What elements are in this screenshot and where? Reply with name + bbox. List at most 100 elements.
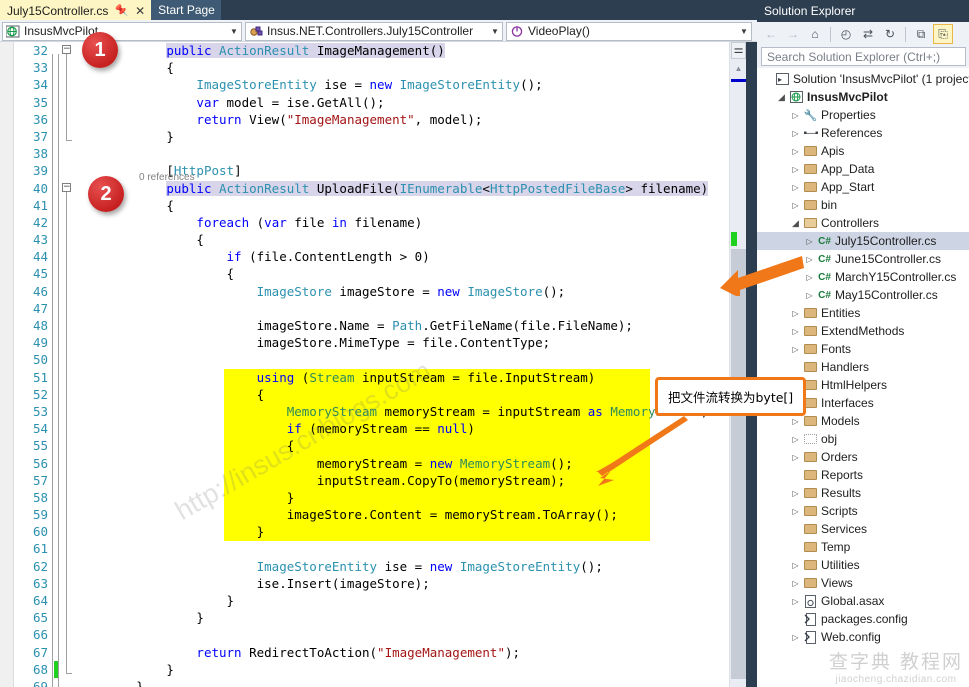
code-line[interactable]: 53 MemoryStream memoryStream = inputStre… [14, 403, 728, 420]
code-line[interactable]: 66 [14, 626, 728, 643]
code-line[interactable]: 38 [14, 145, 728, 162]
chevron-down-icon[interactable]: ▼ [737, 27, 751, 36]
collapse-region-button[interactable]: − [62, 45, 71, 54]
show-all-files-icon[interactable]: ⎘ [933, 24, 953, 44]
close-icon[interactable]: ✕ [135, 5, 145, 17]
tree-item-handlers[interactable]: Handlers [757, 358, 969, 376]
tree-item-fonts[interactable]: ▷Fonts [757, 340, 969, 358]
chevron-right-icon[interactable]: ▷ [789, 201, 802, 210]
code-line[interactable]: 34 ImageStoreEntity ise = new ImageStore… [14, 76, 728, 93]
code-line[interactable]: 65 } [14, 609, 728, 626]
chevron-right-icon[interactable]: ▷ [789, 417, 802, 426]
tree-item-solution-insusmvcpilot-1-project[interactable]: ▸Solution 'InsusMvcPilot' (1 project [757, 70, 969, 88]
refresh-icon[interactable]: ↻ [880, 24, 900, 44]
tree-item-apis[interactable]: ▷Apis [757, 142, 969, 160]
tree-item-insusmvcpilot[interactable]: ◢InsusMvcPilot [757, 88, 969, 106]
scroll-up-icon[interactable]: ▲ [732, 63, 745, 75]
code-line[interactable]: 43 { [14, 231, 728, 248]
editor-vertical-scrollbar[interactable]: ⚌ ▲ [729, 42, 746, 687]
code-line[interactable]: 68 } [14, 661, 728, 678]
tree-item-orders[interactable]: ▷Orders [757, 448, 969, 466]
code-line[interactable]: 37 } [14, 128, 728, 145]
code-line[interactable]: 32 public ActionResult ImageManagement() [14, 42, 728, 59]
chevron-right-icon[interactable]: ▷ [789, 183, 802, 192]
outlining-gutter[interactable] [54, 523, 76, 540]
outlining-gutter[interactable] [54, 489, 76, 506]
tree-item-obj[interactable]: ▷obj [757, 430, 969, 448]
tree-item-temp[interactable]: Temp [757, 538, 969, 556]
code-line[interactable]: 56 memoryStream = new MemoryStream(); [14, 455, 728, 472]
code-line[interactable]: 69 } [14, 678, 728, 687]
chevron-right-icon[interactable]: ▷ [789, 435, 802, 444]
collapse-all-icon[interactable]: ⧉ [911, 24, 931, 44]
code-line[interactable]: 49 imageStore.MimeType = file.ContentTyp… [14, 334, 728, 351]
back-icon[interactable]: ← [761, 24, 781, 44]
outlining-gutter[interactable] [54, 472, 76, 489]
outlining-gutter[interactable] [54, 386, 76, 403]
code-line[interactable]: 47 [14, 300, 728, 317]
tree-item-bin[interactable]: ▷bin [757, 196, 969, 214]
pin-icon[interactable]: 📌 [115, 4, 129, 17]
chevron-right-icon[interactable]: ▷ [789, 489, 802, 498]
tree-item-marchy15controller-cs[interactable]: ▷C#MarchY15Controller.cs [757, 268, 969, 286]
tree-item-web-config[interactable]: ▷Web.config [757, 628, 969, 646]
home-icon[interactable]: ⌂ [805, 24, 825, 44]
chevron-right-icon[interactable]: ▷ [803, 237, 816, 246]
code-line[interactable]: 61 [14, 540, 728, 557]
outlining-gutter[interactable] [54, 420, 76, 437]
scrollbar-thumb[interactable] [731, 249, 746, 679]
member-dropdown[interactable]: VideoPlay() ▼ [506, 22, 752, 41]
tree-item-may15controller-cs[interactable]: ▷C#May15Controller.cs [757, 286, 969, 304]
tab-july15controller[interactable]: July15Controller.cs 📌 ✕ [0, 0, 151, 20]
chevron-right-icon[interactable]: ▷ [789, 111, 802, 120]
tab-start-page[interactable]: Start Page [151, 0, 221, 20]
chevron-right-icon[interactable]: ▷ [789, 165, 802, 174]
code-line[interactable]: 54 if (memoryStream == null) [14, 420, 728, 437]
tree-item-app-data[interactable]: ▷App_Data [757, 160, 969, 178]
code-line[interactable]: 50 [14, 351, 728, 368]
tree-item-scripts[interactable]: ▷Scripts [757, 502, 969, 520]
chevron-down-icon[interactable]: ◢ [789, 218, 802, 229]
tree-item-properties[interactable]: ▷🔧Properties [757, 106, 969, 124]
tree-item-utilities[interactable]: ▷Utilities [757, 556, 969, 574]
chevron-right-icon[interactable]: ▷ [789, 309, 802, 318]
chevron-right-icon[interactable]: ▷ [789, 597, 802, 606]
code-line[interactable]: 62 ImageStoreEntity ise = new ImageStore… [14, 558, 728, 575]
chevron-down-icon[interactable]: ◢ [775, 92, 788, 103]
outlining-gutter[interactable] [54, 369, 76, 386]
code-line[interactable]: 44 if (file.ContentLength > 0) [14, 248, 728, 265]
code-line[interactable]: 60 } [14, 523, 728, 540]
project-dropdown[interactable]: InsusMvcPilot ▼ [2, 22, 242, 41]
chevron-down-icon[interactable]: ▼ [488, 27, 502, 36]
outlining-gutter[interactable] [54, 506, 76, 523]
code-editor[interactable]: 32 public ActionResult ImageManagement()… [0, 42, 757, 687]
tree-item-controllers[interactable]: ◢Controllers [757, 214, 969, 232]
chevron-right-icon[interactable]: ▷ [789, 633, 802, 642]
code-line[interactable]: 48 imageStore.Name = Path.GetFileName(fi… [14, 317, 728, 334]
search-solution-explorer-input[interactable]: Search Solution Explorer (Ctrl+;) [761, 47, 966, 66]
code-line[interactable]: 45 { [14, 265, 728, 282]
forward-icon[interactable]: → [783, 24, 803, 44]
sync-with-active-document-icon[interactable]: ⇄ [858, 24, 878, 44]
chevron-right-icon[interactable]: ▷ [789, 327, 802, 336]
chevron-right-icon[interactable]: ▷ [789, 453, 802, 462]
chevron-right-icon[interactable]: ▷ [803, 255, 816, 264]
tree-item-references[interactable]: ▷▪—▪References [757, 124, 969, 142]
code-line[interactable]: 58 } [14, 489, 728, 506]
tree-item-services[interactable]: Services [757, 520, 969, 538]
code-line[interactable]: 59 imageStore.Content = memoryStream.ToA… [14, 506, 728, 523]
code-line[interactable]: 52 { [14, 386, 728, 403]
chevron-right-icon[interactable]: ▷ [803, 273, 816, 282]
tree-item-entities[interactable]: ▷Entities [757, 304, 969, 322]
code-line[interactable]: 36 return View("ImageManagement", model)… [14, 111, 728, 128]
code-line[interactable]: 51 using (Stream inputStream = file.Inpu… [14, 369, 728, 386]
code-line[interactable]: 42 foreach (var file in filename) [14, 214, 728, 231]
chevron-right-icon[interactable]: ▷ [789, 507, 802, 516]
code-line[interactable]: 55 { [14, 437, 728, 454]
tree-item-views[interactable]: ▷Views [757, 574, 969, 592]
code-line[interactable]: 64 } [14, 592, 728, 609]
tree-item-app-start[interactable]: ▷App_Start [757, 178, 969, 196]
tree-item-packages-config[interactable]: packages.config [757, 610, 969, 628]
tree-item-results[interactable]: ▷Results [757, 484, 969, 502]
chevron-down-icon[interactable]: ▼ [227, 27, 241, 36]
